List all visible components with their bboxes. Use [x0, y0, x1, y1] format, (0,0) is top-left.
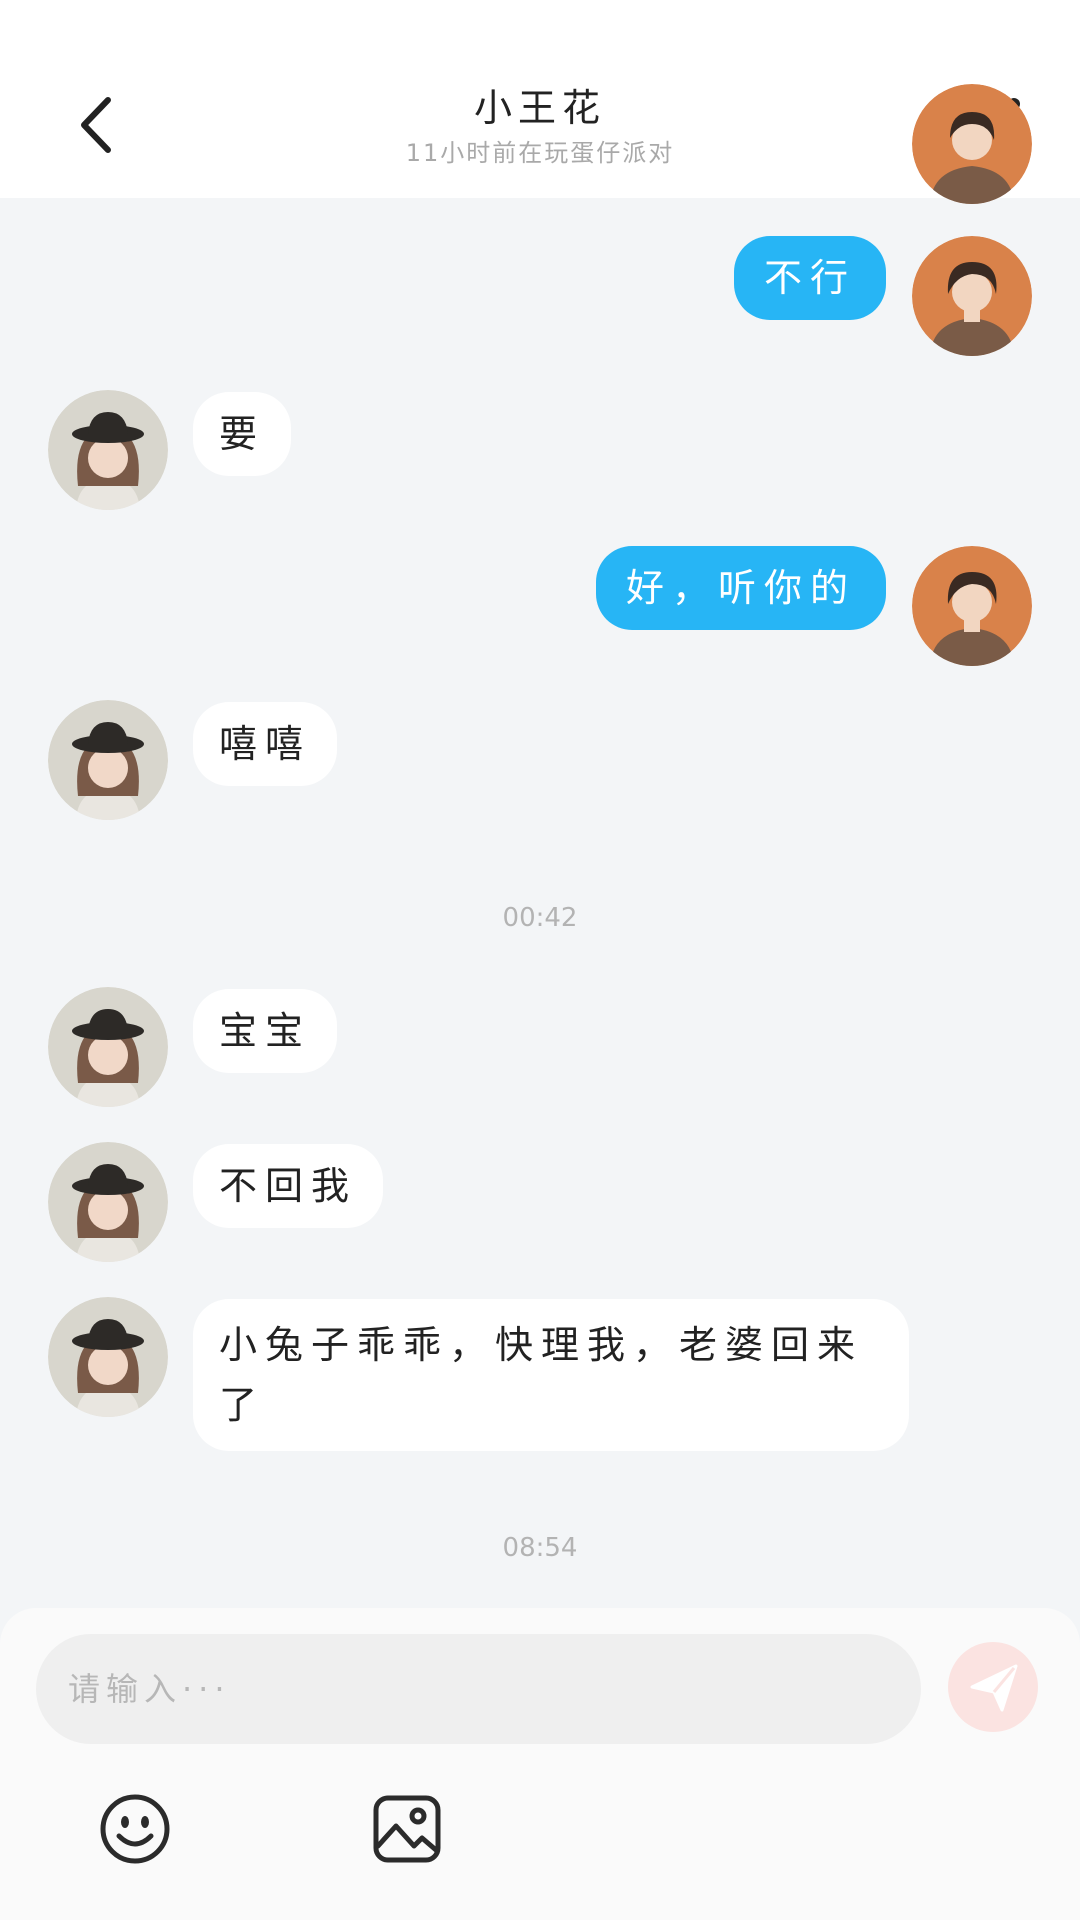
message-bubble-incoming[interactable]: 嘻嘻	[193, 702, 338, 786]
message-bubble-outgoing[interactable]: 不行	[733, 236, 886, 320]
user-avatar-icon	[912, 84, 1032, 204]
image-button[interactable]	[370, 1792, 444, 1866]
user-avatar-icon	[912, 546, 1032, 666]
chat-screen: 小王花 11小时前在玩蛋仔派对 不行 要 好，听你的 嘻嘻 00:42 宝宝 不…	[0, 0, 1080, 1920]
message-bubble-incoming[interactable]: 宝宝	[193, 989, 338, 1073]
avatar[interactable]	[48, 700, 168, 820]
emoji-icon	[100, 1794, 170, 1864]
message-bubble-incoming[interactable]: 小兔子乖乖，快理我，老婆回来了	[193, 1299, 909, 1451]
girl-avatar-icon	[48, 1297, 168, 1417]
emoji-button[interactable]	[98, 1792, 172, 1866]
girl-avatar-icon	[48, 700, 168, 820]
user-avatar-icon	[912, 236, 1032, 356]
composer-panel	[0, 1608, 1080, 1920]
timestamp: 08:54	[502, 1533, 578, 1563]
avatar[interactable]	[912, 546, 1032, 666]
message-bubble-outgoing[interactable]: 好，听你的	[595, 546, 886, 630]
send-button[interactable]	[948, 1642, 1038, 1732]
message-input[interactable]	[36, 1634, 921, 1744]
contact-name: 小王花	[473, 86, 606, 130]
send-icon	[970, 1664, 1018, 1712]
girl-avatar-icon	[48, 1142, 168, 1262]
timestamp: 00:42	[502, 903, 578, 933]
message-bubble-incoming[interactable]: 要	[193, 392, 292, 476]
avatar[interactable]	[48, 1142, 168, 1262]
avatar[interactable]	[48, 987, 168, 1107]
contact-status: 11小时前在玩蛋仔派对	[405, 139, 675, 167]
avatar[interactable]	[912, 236, 1032, 356]
avatar[interactable]	[48, 1297, 168, 1417]
back-button[interactable]	[70, 92, 130, 158]
avatar[interactable]	[48, 390, 168, 510]
avatar	[912, 84, 1032, 204]
image-icon	[373, 1795, 441, 1863]
title-block: 小王花 11小时前在玩蛋仔派对	[240, 84, 840, 170]
message-bubble-incoming[interactable]: 不回我	[193, 1144, 384, 1228]
girl-avatar-icon	[48, 390, 168, 510]
girl-avatar-icon	[48, 987, 168, 1107]
chevron-left-icon	[81, 97, 111, 153]
